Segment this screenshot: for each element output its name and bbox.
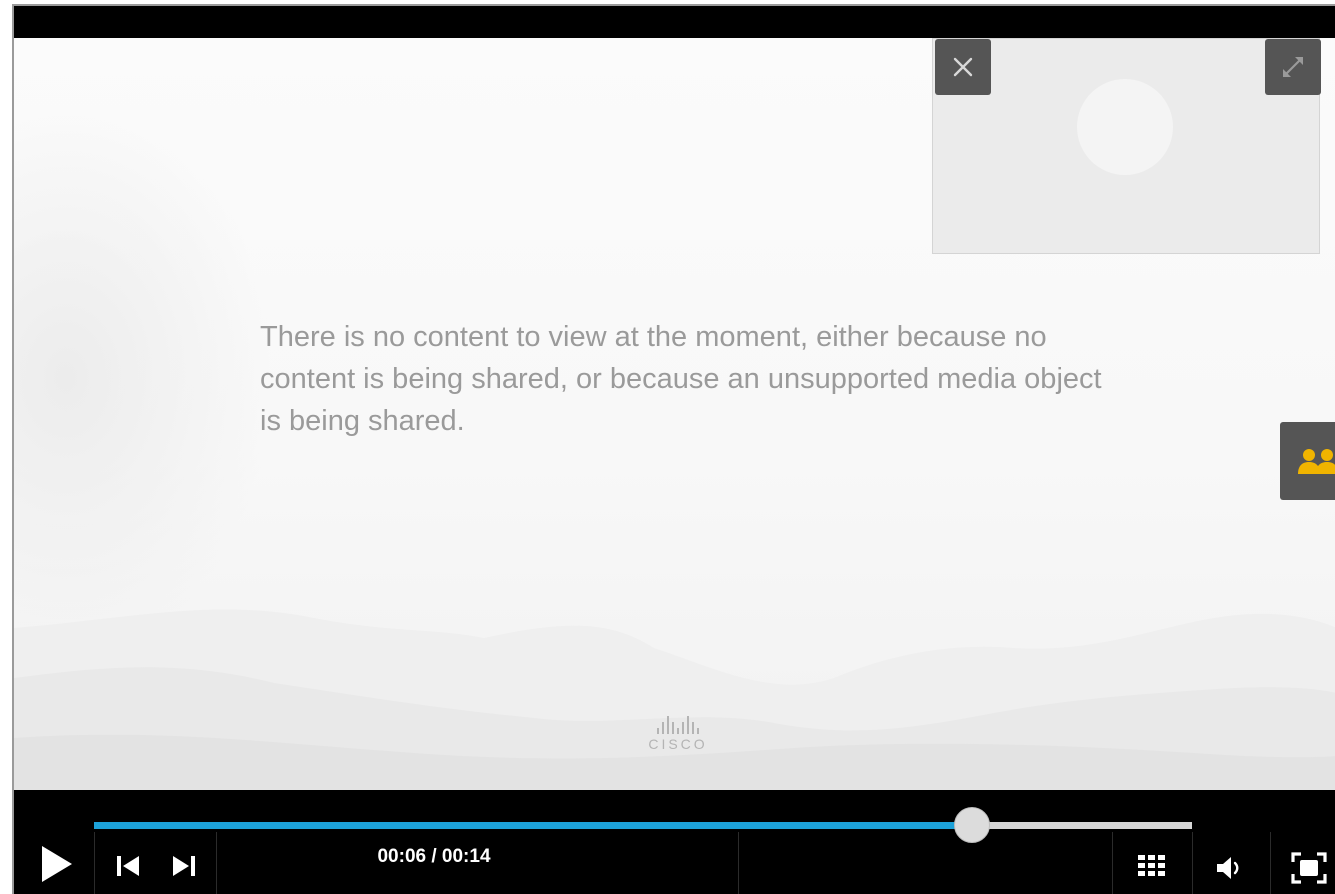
cisco-logo-bars bbox=[628, 714, 728, 734]
fullscreen-button[interactable] bbox=[1284, 846, 1334, 890]
self-view-video[interactable] bbox=[932, 38, 1321, 254]
play-button[interactable] bbox=[32, 840, 80, 888]
control-divider bbox=[1112, 832, 1113, 894]
mountain-backdrop bbox=[14, 609, 1335, 790]
expand-self-view-button[interactable] bbox=[1265, 39, 1321, 95]
seek-bar[interactable] bbox=[94, 807, 1192, 843]
control-divider bbox=[1192, 832, 1193, 894]
control-divider bbox=[94, 832, 95, 894]
previous-icon bbox=[117, 856, 139, 876]
next-icon bbox=[173, 856, 195, 876]
participants-button[interactable] bbox=[1280, 422, 1335, 500]
play-icon bbox=[42, 846, 72, 882]
time-display: 00:06 / 00:14 bbox=[377, 846, 491, 867]
self-view-avatar bbox=[1077, 79, 1173, 175]
volume-button[interactable] bbox=[1206, 846, 1252, 890]
grid-icon bbox=[1138, 855, 1165, 876]
control-divider bbox=[1270, 832, 1271, 894]
close-self-view-button[interactable] bbox=[935, 39, 991, 95]
previous-button[interactable] bbox=[108, 848, 148, 884]
no-content-message: There is no content to view at the momen… bbox=[260, 321, 1102, 437]
seek-played bbox=[94, 822, 973, 829]
player-window: There is no content to view at the momen… bbox=[12, 4, 1335, 894]
cisco-logo-text: CISCO bbox=[648, 736, 708, 752]
control-divider bbox=[738, 832, 739, 894]
layout-grid-button[interactable] bbox=[1128, 844, 1176, 888]
participants-icon bbox=[1298, 449, 1335, 474]
fullscreen-icon bbox=[1291, 852, 1327, 884]
close-icon bbox=[953, 57, 973, 77]
next-button[interactable] bbox=[164, 848, 204, 884]
expand-icon bbox=[1283, 57, 1303, 77]
player-controls: 00:06 / 00:14 bbox=[14, 790, 1335, 894]
volume-icon bbox=[1217, 857, 1239, 879]
seek-thumb[interactable] bbox=[954, 807, 991, 843]
control-divider bbox=[216, 832, 217, 894]
content-stage: There is no content to view at the momen… bbox=[14, 38, 1335, 790]
cisco-logo: CISCO bbox=[628, 714, 728, 752]
